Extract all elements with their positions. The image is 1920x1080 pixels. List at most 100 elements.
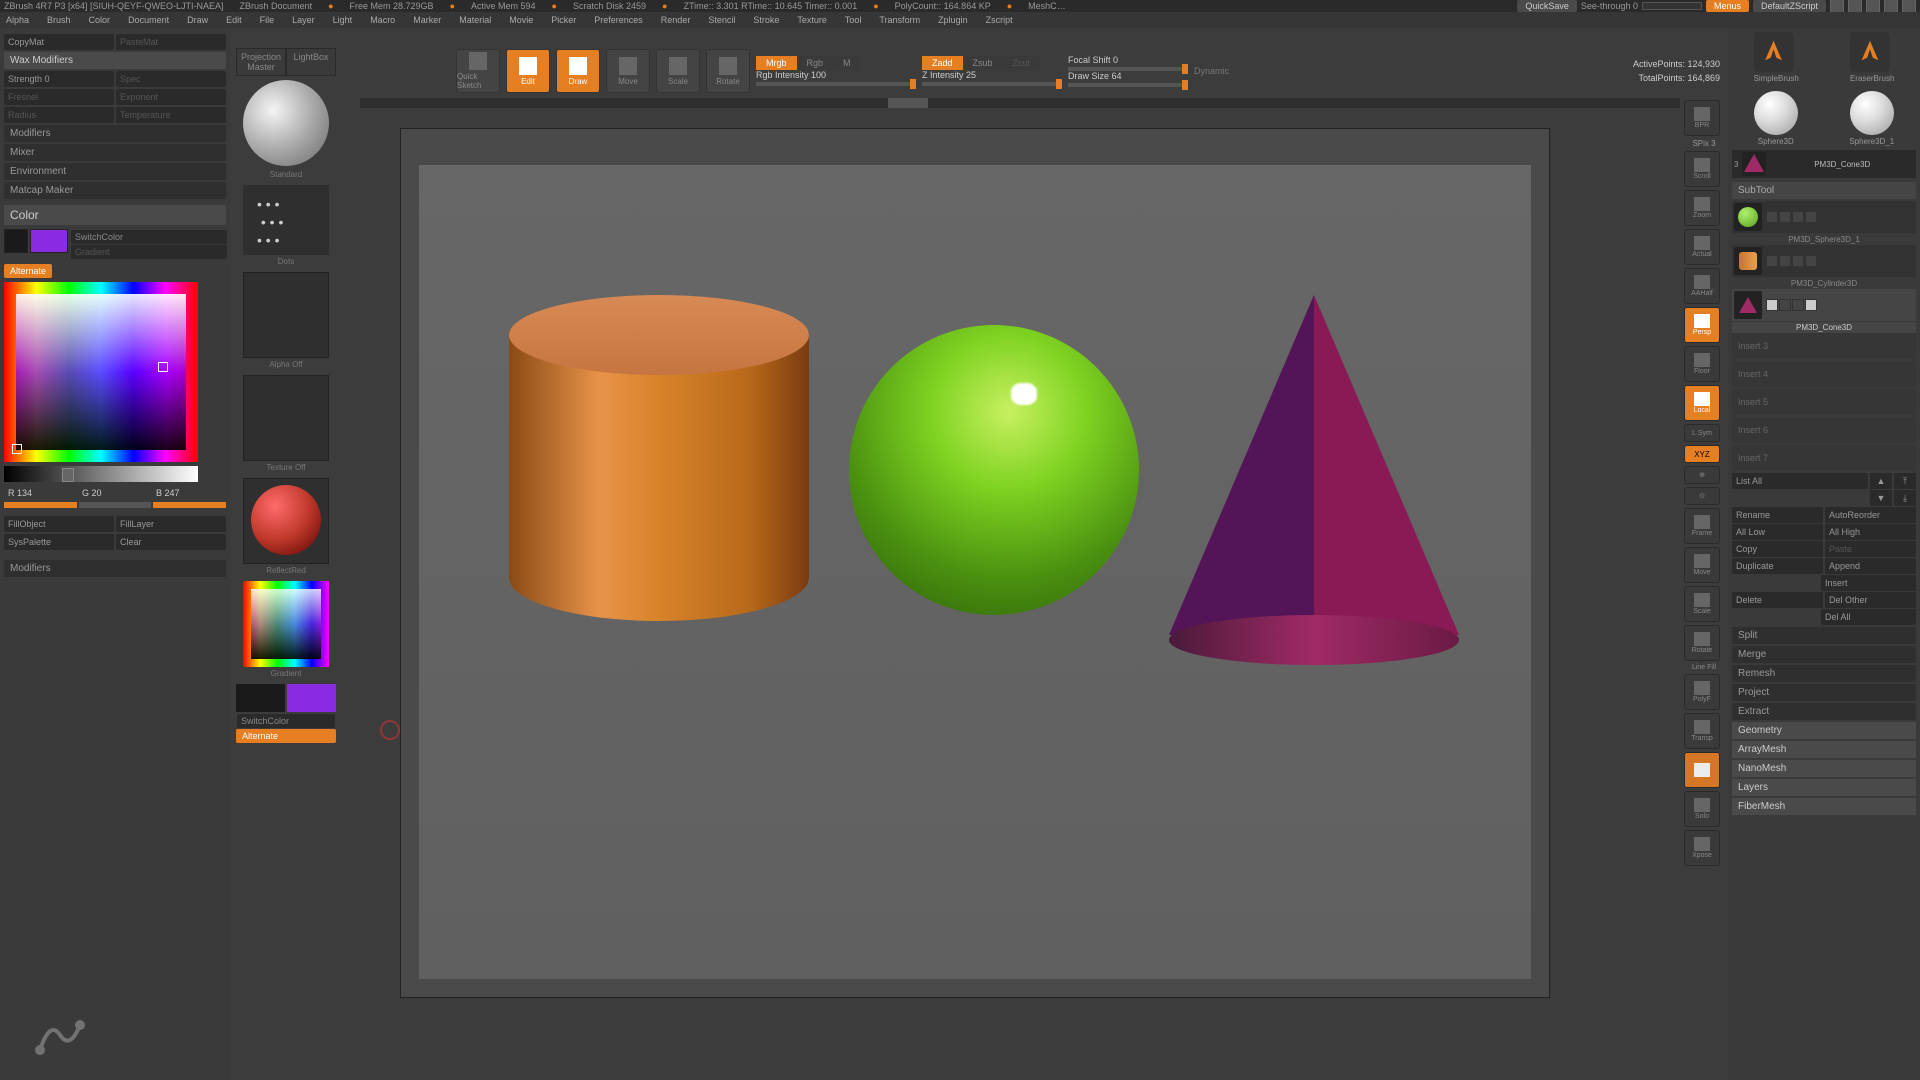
mini-swatch-1[interactable] bbox=[236, 684, 285, 712]
insert-slot-7[interactable]: Insert 7 bbox=[1732, 445, 1916, 471]
rgb-intensity-slider[interactable] bbox=[756, 82, 916, 86]
sphere-object[interactable] bbox=[849, 325, 1139, 615]
rename-button[interactable]: Rename bbox=[1732, 507, 1823, 523]
matcap-header[interactable]: Matcap Maker bbox=[4, 182, 226, 199]
texture-thumb[interactable] bbox=[243, 375, 329, 461]
subtool-cone[interactable] bbox=[1732, 289, 1916, 321]
zadd-button[interactable]: Zadd bbox=[922, 56, 963, 70]
quick-sketch-button[interactable]: Quick Sketch bbox=[456, 49, 500, 93]
insert-button[interactable]: Insert bbox=[1821, 575, 1916, 591]
delall-button[interactable]: Del All bbox=[1821, 609, 1916, 625]
insert-slot-3[interactable]: Insert 3 bbox=[1732, 333, 1916, 359]
pivot-icon[interactable]: ⊕ bbox=[1684, 466, 1720, 484]
subtool-header[interactable]: SubTool bbox=[1732, 182, 1916, 199]
focal-shift[interactable]: Focal Shift 0 bbox=[1068, 55, 1188, 65]
sphere3d-item[interactable]: Sphere3D bbox=[1754, 91, 1798, 146]
xyz-button[interactable]: XYZ bbox=[1684, 445, 1720, 463]
timeline-track[interactable] bbox=[360, 98, 1680, 108]
default-script[interactable]: DefaultZScript bbox=[1753, 0, 1826, 12]
nav-scale-button[interactable]: Scale bbox=[1684, 586, 1720, 622]
spix-label[interactable]: SPix 3 bbox=[1684, 139, 1724, 148]
material-thumb[interactable] bbox=[243, 478, 329, 564]
menu-material[interactable]: Material bbox=[459, 15, 491, 25]
menu-edit[interactable]: Edit bbox=[226, 15, 242, 25]
bpr-button[interactable]: BPR bbox=[1684, 100, 1720, 136]
menu-draw[interactable]: Draw bbox=[187, 15, 208, 25]
autoreorder-button[interactable]: AutoReorder bbox=[1825, 507, 1916, 523]
paste-button[interactable]: Paste bbox=[1825, 541, 1916, 557]
ghost-button[interactable] bbox=[1684, 752, 1720, 788]
zsub-button[interactable]: Zsub bbox=[963, 56, 1003, 70]
menus-toggle[interactable]: Menus bbox=[1706, 0, 1749, 12]
menu-light[interactable]: Light bbox=[333, 15, 353, 25]
rotate-button[interactable]: Rotate bbox=[706, 49, 750, 93]
wax-spec[interactable]: Spec bbox=[116, 71, 226, 87]
frame-button[interactable]: Frame bbox=[1684, 508, 1720, 544]
scale-button[interactable]: Scale bbox=[656, 49, 700, 93]
menu-alpha[interactable]: Alpha bbox=[6, 15, 29, 25]
minimize-icon[interactable] bbox=[1866, 0, 1880, 12]
mini-switchcolor[interactable]: SwitchColor bbox=[237, 714, 335, 728]
subtool-sphere[interactable] bbox=[1732, 201, 1916, 233]
environment-header[interactable]: Environment bbox=[4, 163, 226, 180]
menu-stroke[interactable]: Stroke bbox=[753, 15, 779, 25]
wax-strength[interactable]: Strength 0 bbox=[4, 71, 114, 87]
m-button[interactable]: M bbox=[833, 56, 861, 70]
value-slider[interactable] bbox=[4, 466, 198, 482]
menu-document[interactable]: Document bbox=[128, 15, 169, 25]
menu-color[interactable]: Color bbox=[89, 15, 111, 25]
floor-button[interactable]: Floor bbox=[1684, 346, 1720, 382]
color-picker[interactable] bbox=[4, 282, 198, 462]
mini-swatch-2[interactable] bbox=[287, 684, 336, 712]
local-button[interactable]: Local bbox=[1684, 385, 1720, 421]
wax-radius[interactable]: Radius bbox=[4, 107, 114, 123]
solo-button[interactable]: Solo bbox=[1684, 791, 1720, 827]
move-top-icon[interactable]: ⤒ bbox=[1894, 473, 1916, 489]
wax-exponent[interactable]: Exponent bbox=[116, 89, 226, 105]
split-header[interactable]: Split bbox=[1732, 627, 1916, 644]
canvas[interactable] bbox=[400, 128, 1550, 998]
subtool-cylinder[interactable] bbox=[1732, 245, 1916, 277]
transp-button[interactable]: Transp bbox=[1684, 713, 1720, 749]
wax-header[interactable]: Wax Modifiers bbox=[4, 52, 226, 69]
delother-button[interactable]: Del Other bbox=[1825, 592, 1916, 608]
mini-color-picker[interactable] bbox=[243, 581, 329, 667]
alllow-button[interactable]: All Low bbox=[1732, 524, 1823, 540]
append-button[interactable]: Append bbox=[1825, 558, 1916, 574]
menu-stencil[interactable]: Stencil bbox=[708, 15, 735, 25]
menu-texture[interactable]: Texture bbox=[797, 15, 827, 25]
color-marker[interactable] bbox=[158, 362, 168, 372]
color-header[interactable]: Color bbox=[4, 205, 226, 225]
menu-preferences[interactable]: Preferences bbox=[594, 15, 643, 25]
simplebrush-item[interactable]: SimpleBrush bbox=[1754, 32, 1799, 83]
move-up-icon[interactable]: ▲ bbox=[1870, 473, 1892, 489]
menu-marker[interactable]: Marker bbox=[413, 15, 441, 25]
color-marker-2[interactable] bbox=[12, 444, 22, 454]
g-value[interactable]: G 20 bbox=[82, 488, 148, 498]
fillobject-button[interactable]: FillObject bbox=[4, 516, 114, 532]
lightbox-button[interactable]: LightBox bbox=[286, 48, 336, 76]
seethrough-slider[interactable] bbox=[1642, 2, 1702, 10]
polyf-button[interactable]: PolyF bbox=[1684, 674, 1720, 710]
primary-color-swatch[interactable] bbox=[30, 229, 68, 253]
lsym-button[interactable]: L.Sym bbox=[1684, 424, 1720, 442]
edit-button[interactable]: Edit bbox=[506, 49, 550, 93]
dynamic-label[interactable]: Dynamic bbox=[1194, 66, 1229, 76]
zoom-button[interactable]: Zoom bbox=[1684, 190, 1720, 226]
modifiers-header[interactable]: Modifiers bbox=[4, 125, 226, 142]
layers-header[interactable]: Layers bbox=[1732, 779, 1916, 796]
z-intensity[interactable]: Z Intensity 25 bbox=[922, 70, 1062, 80]
mrgb-button[interactable]: Mrgb bbox=[756, 56, 797, 70]
focal-slider[interactable] bbox=[1068, 67, 1188, 71]
filllayer-button[interactable]: FillLayer bbox=[116, 516, 226, 532]
menu-picker[interactable]: Picker bbox=[551, 15, 576, 25]
copymat-button[interactable]: CopyMat bbox=[4, 34, 114, 50]
sphere3d-1-item[interactable]: Sphere3D_1 bbox=[1849, 91, 1894, 146]
alternate-button[interactable]: Alternate bbox=[4, 264, 52, 278]
drawsize-slider[interactable] bbox=[1068, 83, 1188, 87]
mixer-header[interactable]: Mixer bbox=[4, 144, 226, 161]
duplicate-button[interactable]: Duplicate bbox=[1732, 558, 1823, 574]
r-value[interactable]: R 134 bbox=[8, 488, 74, 498]
listall-button[interactable]: List All bbox=[1732, 473, 1868, 489]
projection-master-button[interactable]: ProjectionMaster bbox=[236, 48, 286, 76]
